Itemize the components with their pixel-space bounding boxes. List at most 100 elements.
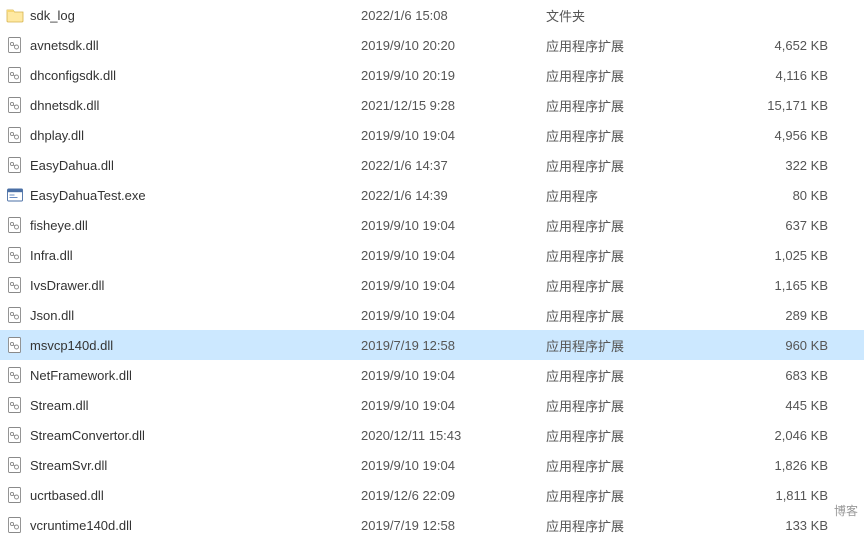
file-row[interactable]: ucrtbased.dll2019/12/6 22:09应用程序扩展1,811 … (0, 480, 864, 510)
file-name-cell: dhnetsdk.dll (6, 96, 361, 114)
file-date-cell: 2019/12/6 22:09 (361, 488, 546, 503)
file-date-cell: 2019/9/10 19:04 (361, 398, 546, 413)
file-type-cell: 应用程序 (546, 186, 696, 205)
file-size-cell: 4,652 KB (696, 38, 858, 53)
file-size-cell: 80 KB (696, 188, 858, 203)
file-name-label: EasyDahua.dll (30, 158, 114, 173)
file-date-cell: 2019/9/10 19:04 (361, 278, 546, 293)
file-row[interactable]: dhnetsdk.dll 2021/12/15 9:28应用程序扩展15,171 … (0, 90, 864, 120)
file-size-cell: 289 KB (696, 308, 858, 323)
file-name-label: dhplay.dll (30, 128, 84, 143)
file-row[interactable]: StreamConvertor.dll2020/12/11 15:43应用程序扩… (0, 420, 864, 450)
file-name-label: vcruntime140d.dll (30, 518, 132, 533)
file-row[interactable]: Json.dll2019/9/10 19:04应用程序扩展289 KB (0, 300, 864, 330)
file-date-cell: 2019/9/10 19:04 (361, 368, 546, 383)
file-date-cell: 2019/9/10 19:04 (361, 458, 546, 473)
file-name-cell: msvcp140d.dll (6, 336, 361, 354)
file-date-cell: 2022/1/6 14:37 (361, 158, 546, 173)
file-size-cell: 4,116 KB (696, 68, 858, 83)
file-row[interactable]: msvcp140d.dll2019/7/19 12:58应用程序扩展960 KB (0, 330, 864, 360)
file-type-cell: 应用程序扩展 (546, 36, 696, 55)
dll-icon (6, 306, 24, 324)
file-size-cell: 683 KB (696, 368, 858, 383)
file-row[interactable]: StreamSvr.dll2019/9/10 19:04应用程序扩展1,826 … (0, 450, 864, 480)
file-size-cell: 1,025 KB (696, 248, 858, 263)
file-type-cell: 应用程序扩展 (546, 96, 696, 115)
file-row[interactable]: EasyDahuaTest.exe 2022/1/6 14:39应用程序80 KB (0, 180, 864, 210)
file-name-cell: sdk_log (6, 6, 361, 24)
file-row[interactable]: avnetsdk.dll2019/9/10 20:20应用程序扩展4,652 K… (0, 30, 864, 60)
dll-icon (6, 96, 24, 114)
file-name-label: ucrtbased.dll (30, 488, 104, 503)
dll-icon (6, 336, 24, 354)
file-row[interactable]: dhplay.dll 2019/9/10 19:04应用程序扩展4,956 KB (0, 120, 864, 150)
file-type-cell: 应用程序扩展 (546, 66, 696, 85)
file-name-label: StreamSvr.dll (30, 458, 107, 473)
file-size-cell: 445 KB (696, 398, 858, 413)
file-type-cell: 应用程序扩展 (546, 216, 696, 235)
file-name-label: msvcp140d.dll (30, 338, 113, 353)
file-date-cell: 2019/9/10 19:04 (361, 128, 546, 143)
file-size-cell: 133 KB (696, 518, 858, 533)
file-name-label: dhnetsdk.dll (30, 98, 99, 113)
file-type-cell: 应用程序扩展 (546, 516, 696, 535)
dll-icon (6, 276, 24, 294)
file-type-cell: 应用程序扩展 (546, 156, 696, 175)
file-date-cell: 2019/9/10 20:20 (361, 38, 546, 53)
dll-icon (6, 66, 24, 84)
file-name-cell: NetFramework.dll (6, 366, 361, 384)
file-name-cell: dhplay.dll (6, 126, 361, 144)
file-name-cell: Json.dll (6, 306, 361, 324)
file-name-label: IvsDrawer.dll (30, 278, 104, 293)
file-type-cell: 应用程序扩展 (546, 426, 696, 445)
dll-icon (6, 426, 24, 444)
file-date-cell: 2022/1/6 14:39 (361, 188, 546, 203)
file-name-label: StreamConvertor.dll (30, 428, 145, 443)
file-row[interactable]: dhconfigsdk.dll2019/9/10 20:19应用程序扩展4,11… (0, 60, 864, 90)
file-name-label: Json.dll (30, 308, 74, 323)
file-size-cell: 960 KB (696, 338, 858, 353)
exe-icon (6, 186, 24, 204)
file-row[interactable]: EasyDahua.dll2022/1/6 14:37应用程序扩展322 KB (0, 150, 864, 180)
file-size-cell: 637 KB (696, 218, 858, 233)
file-name-cell: StreamConvertor.dll (6, 426, 361, 444)
dll-icon (6, 246, 24, 264)
file-name-cell: dhconfigsdk.dll (6, 66, 361, 84)
file-name-label: sdk_log (30, 8, 75, 23)
file-size-cell: 4,956 KB (696, 128, 858, 143)
dll-icon (6, 456, 24, 474)
file-name-label: Stream.dll (30, 398, 89, 413)
file-size-cell: 15,171 KB (696, 98, 858, 113)
file-name-cell: EasyDahuaTest.exe (6, 186, 361, 204)
file-row[interactable]: Infra.dll2019/9/10 19:04应用程序扩展1,025 KB (0, 240, 864, 270)
dll-icon (6, 36, 24, 54)
file-type-cell: 文件夹 (546, 6, 696, 25)
file-name-cell: avnetsdk.dll (6, 36, 361, 54)
file-type-cell: 应用程序扩展 (546, 126, 696, 145)
dll-icon (6, 126, 24, 144)
file-size-cell: 1,165 KB (696, 278, 858, 293)
file-row[interactable]: fisheye.dll2019/9/10 19:04应用程序扩展637 KB (0, 210, 864, 240)
file-date-cell: 2019/9/10 19:04 (361, 218, 546, 233)
file-name-cell: ucrtbased.dll (6, 486, 361, 504)
file-date-cell: 2022/1/6 15:08 (361, 8, 546, 23)
file-name-cell: fisheye.dll (6, 216, 361, 234)
file-date-cell: 2019/7/19 12:58 (361, 338, 546, 353)
file-name-cell: Infra.dll (6, 246, 361, 264)
file-name-label: EasyDahuaTest.exe (30, 188, 146, 203)
file-type-cell: 应用程序扩展 (546, 396, 696, 415)
file-size-cell: 1,826 KB (696, 458, 858, 473)
file-name-cell: StreamSvr.dll (6, 456, 361, 474)
file-date-cell: 2021/12/15 9:28 (361, 98, 546, 113)
file-row[interactable]: IvsDrawer.dll2019/9/10 19:04应用程序扩展1,165 … (0, 270, 864, 300)
file-date-cell: 2019/9/10 19:04 (361, 248, 546, 263)
file-row[interactable]: NetFramework.dll2019/9/10 19:04应用程序扩展683… (0, 360, 864, 390)
dll-icon (6, 216, 24, 234)
file-list: sdk_log2022/1/6 15:08文件夹avnetsdk.dll2019… (0, 0, 864, 540)
file-name-cell: Stream.dll (6, 396, 361, 414)
file-row[interactable]: vcruntime140d.dll2019/7/19 12:58应用程序扩展13… (0, 510, 864, 540)
file-name-cell: IvsDrawer.dll (6, 276, 361, 294)
file-row[interactable]: sdk_log 2022/1/6 15:08文件夹 (0, 0, 864, 30)
file-row[interactable]: Stream.dll 2019/9/10 19:04应用程序扩展445 KB (0, 390, 864, 420)
file-name-label: NetFramework.dll (30, 368, 132, 383)
